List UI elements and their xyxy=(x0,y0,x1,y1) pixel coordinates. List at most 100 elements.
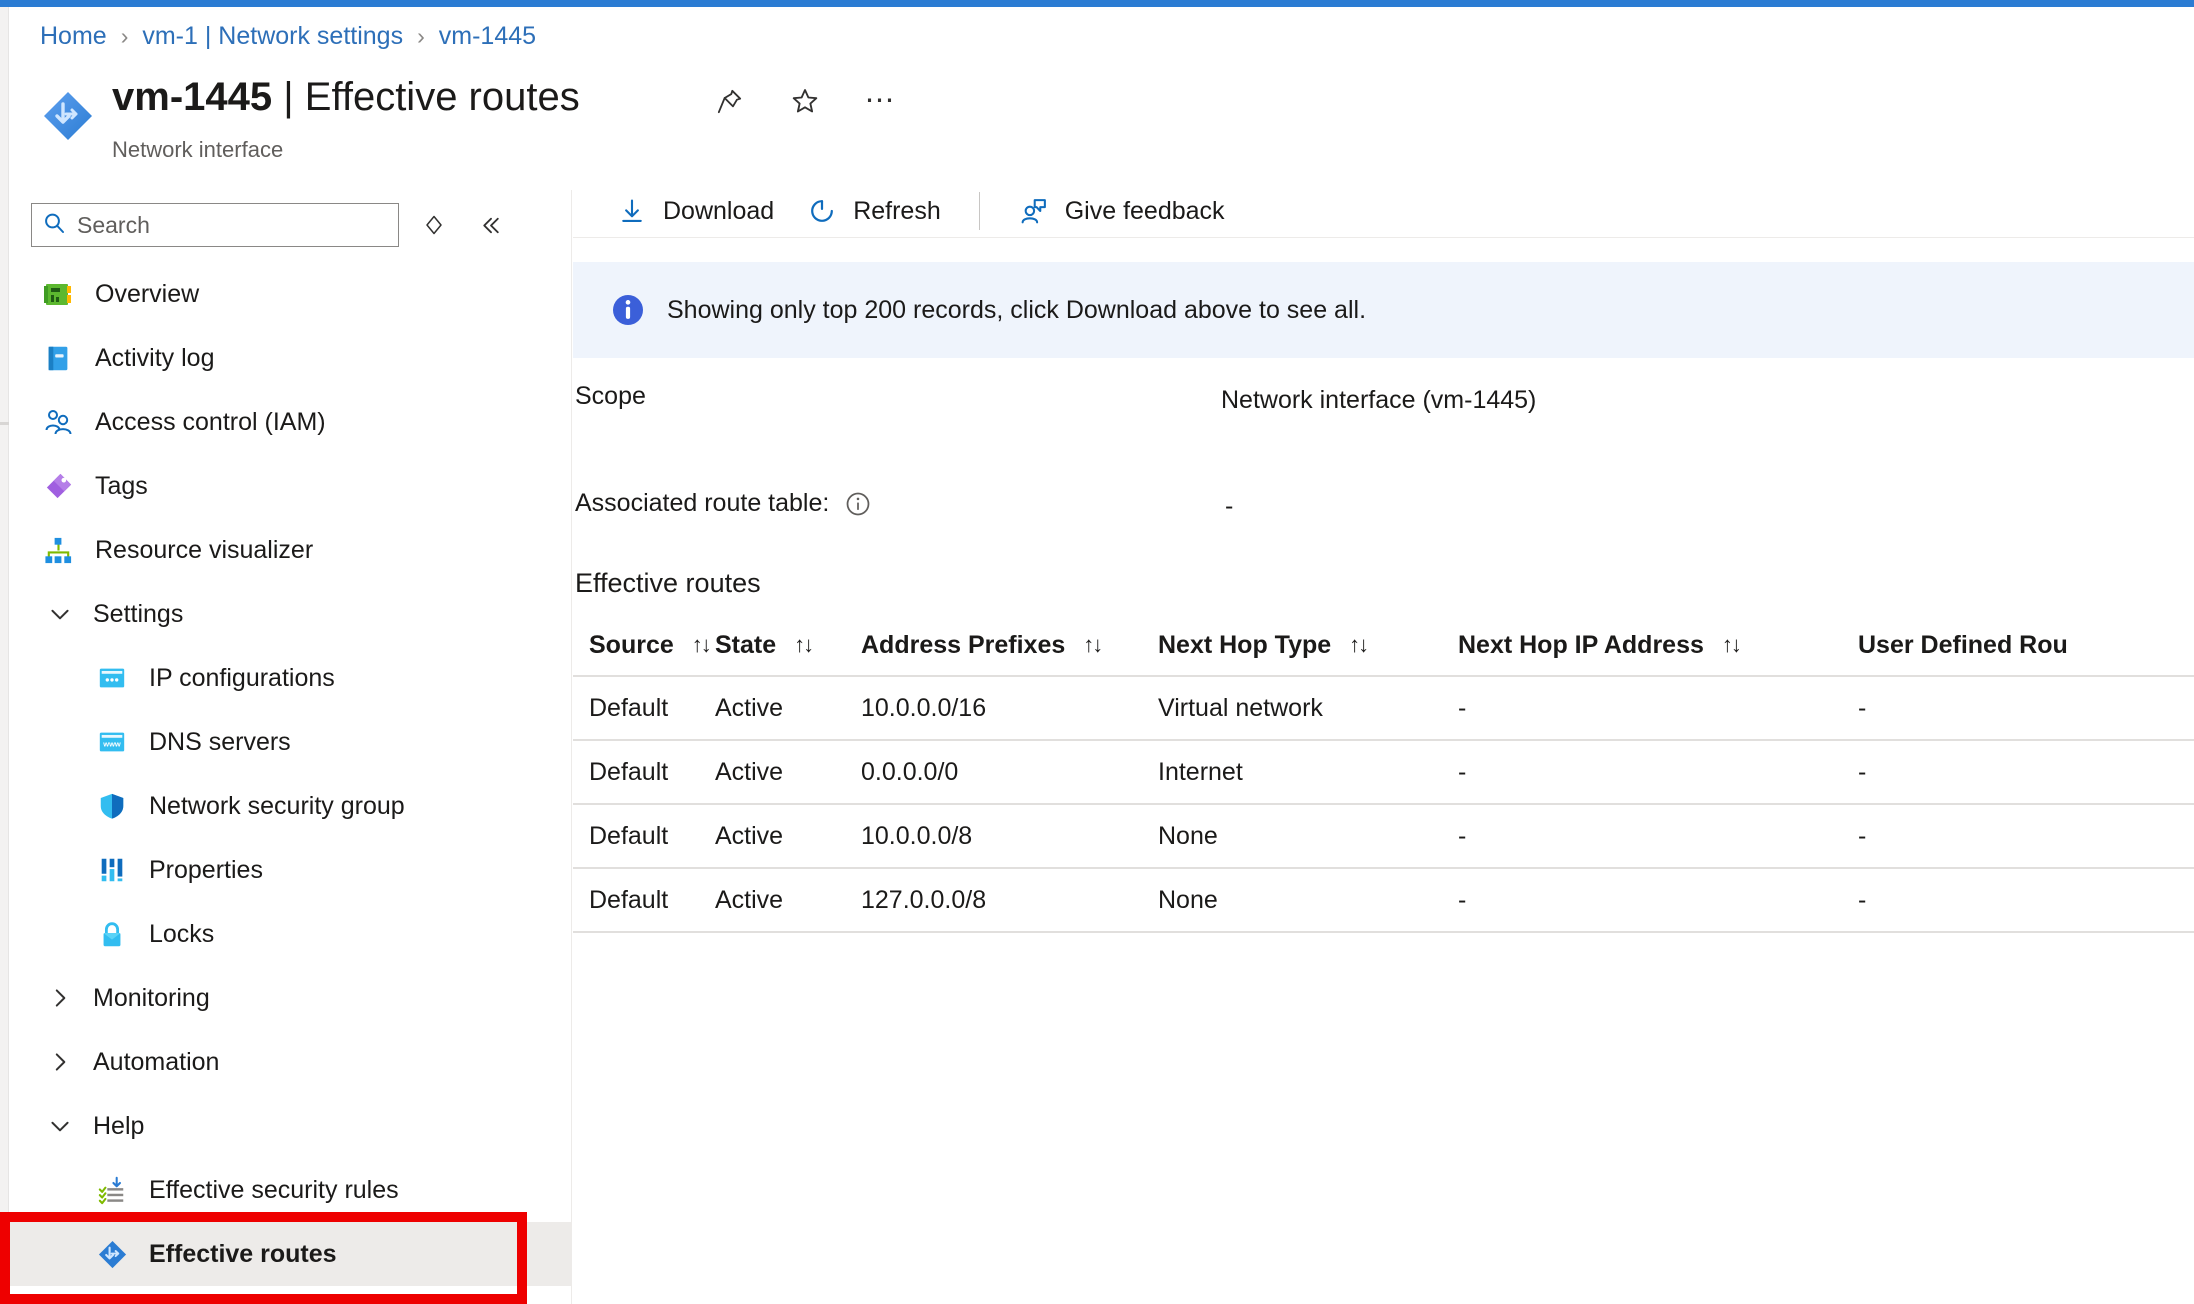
cell-state: Active xyxy=(715,885,784,914)
sidebar-item-access-control[interactable]: Access control (IAM) xyxy=(9,390,572,454)
sidebar-group-label: Automation xyxy=(93,1047,220,1076)
sidebar-item-resource-visualizer[interactable]: Resource visualizer xyxy=(9,518,572,582)
cell-address-prefixes: 0.0.0.0/0 xyxy=(861,757,959,786)
table-header-row: Source ↑↓ State ↑↓ Address Prefixes ↑↓ N… xyxy=(573,615,2194,677)
cell-user-defined-route: - xyxy=(1858,885,1867,914)
table-row[interactable]: Default Active 10.0.0.0/8 None - - xyxy=(573,805,2194,869)
sort-toggle-address-prefixes[interactable]: ↑↓ xyxy=(1083,632,1103,658)
cell-user-defined-route: - xyxy=(1858,757,1867,786)
associated-route-table-text: Associated route table: xyxy=(575,489,830,517)
page-subtitle: Network interface xyxy=(112,137,284,162)
scope-value: Network interface (vm-1445) xyxy=(1221,386,1537,414)
overview-icon xyxy=(41,277,75,311)
cell-user-defined-route: - xyxy=(1858,693,1867,722)
search-input[interactable]: Search xyxy=(31,203,399,247)
breadcrumb-item-vm-1-network-settings[interactable]: vm-1 | Network settings xyxy=(142,22,403,51)
sidebar-group-settings[interactable]: Settings xyxy=(9,582,572,646)
cell-source: Default xyxy=(589,693,669,722)
column-header-address-prefixes[interactable]: Address Prefixes ↑↓ xyxy=(861,631,1158,660)
sidebar-item-ip-configurations[interactable]: IP configurations xyxy=(9,646,572,710)
sidebar-item-effective-routes[interactable]: Effective routes xyxy=(9,1222,572,1286)
info-banner: Showing only top 200 records, click Down… xyxy=(573,262,2194,358)
svg-text:www: www xyxy=(102,740,121,749)
cell-next-hop-type: Internet xyxy=(1158,757,1243,786)
column-header-address-prefixes-label: Address Prefixes xyxy=(861,630,1066,659)
breadcrumb-item-vm-1445[interactable]: vm-1445 xyxy=(439,22,536,51)
sidebar-item-properties[interactable]: Properties xyxy=(9,838,572,902)
chevron-right-icon xyxy=(45,983,75,1013)
cell-next-hop-ip: - xyxy=(1458,821,1467,850)
column-header-next-hop-ip-address[interactable]: Next Hop IP Address ↑↓ xyxy=(1458,631,1858,660)
cell-next-hop-type: None xyxy=(1158,885,1218,914)
refresh-button[interactable]: Refresh xyxy=(790,186,957,236)
breadcrumb-item-home[interactable]: Home xyxy=(40,22,107,51)
sidebar-item-label: Activity log xyxy=(95,343,215,372)
sidebar-item-label: Resource visualizer xyxy=(95,535,314,564)
cell-next-hop-ip: - xyxy=(1458,757,1467,786)
column-header-next-hop-ip-address-label: Next Hop IP Address xyxy=(1458,630,1704,659)
scope-label: Scope xyxy=(575,382,646,410)
sort-toggle-source[interactable]: ↑↓ xyxy=(692,632,712,658)
sidebar-item-tags[interactable]: Tags xyxy=(9,454,572,518)
effective-security-rules-icon xyxy=(95,1173,129,1207)
breadcrumb: Home › vm-1 | Network settings › vm-1445 xyxy=(40,22,536,51)
column-header-user-defined-route[interactable]: User Defined Rou xyxy=(1858,631,2194,660)
sort-toggle-next-hop-type[interactable]: ↑↓ xyxy=(1349,632,1369,658)
cell-source: Default xyxy=(589,757,669,786)
info-icon xyxy=(610,292,646,328)
give-feedback-button[interactable]: Give feedback xyxy=(1002,186,1241,236)
column-header-source-label: Source xyxy=(589,630,674,659)
sidebar-group-label: Monitoring xyxy=(93,983,210,1012)
chevron-right-icon xyxy=(45,1047,75,1077)
effective-routes-table: Source ↑↓ State ↑↓ Address Prefixes ↑↓ N… xyxy=(573,615,2194,933)
sidebar-item-activity-log[interactable]: Activity log xyxy=(9,326,572,390)
table-row[interactable]: Default Active 0.0.0.0/0 Internet - - xyxy=(573,741,2194,805)
top-accent-bar xyxy=(0,0,2194,7)
breadcrumb-separator: › xyxy=(120,23,129,49)
column-header-next-hop-type[interactable]: Next Hop Type ↑↓ xyxy=(1158,631,1458,660)
cell-user-defined-route: - xyxy=(1858,821,1867,850)
cell-state: Active xyxy=(715,693,784,722)
favorite-star-icon[interactable] xyxy=(786,82,824,120)
command-bar-rule xyxy=(573,237,2194,238)
azure-portal-page: Home › vm-1 | Network settings › vm-1445… xyxy=(0,0,2194,1304)
activity-log-icon xyxy=(41,341,75,375)
column-header-source[interactable]: Source ↑↓ xyxy=(573,631,715,660)
column-header-state-label: State xyxy=(715,630,777,659)
info-banner-text: Showing only top 200 records, click Down… xyxy=(667,295,1367,324)
sidebar-item-network-security-group[interactable]: Network security group xyxy=(9,774,572,838)
command-bar-divider xyxy=(978,192,980,230)
cell-state: Active xyxy=(715,821,784,850)
sidebar-item-overview[interactable]: Overview xyxy=(9,262,572,326)
sidebar-group-help[interactable]: Help xyxy=(9,1094,572,1158)
sidebar-item-label: Tags xyxy=(95,471,148,500)
refresh-icon xyxy=(806,195,838,227)
column-header-next-hop-type-label: Next Hop Type xyxy=(1158,630,1332,659)
pin-icon[interactable] xyxy=(710,82,748,120)
page-title-separator: | xyxy=(283,75,294,119)
info-circle-icon[interactable] xyxy=(844,490,872,518)
sidebar-item-label: Effective routes xyxy=(149,1239,337,1268)
shield-icon xyxy=(95,789,129,823)
sidebar-item-effective-security-rules[interactable]: Effective security rules xyxy=(9,1158,572,1222)
ip-configurations-icon xyxy=(95,661,129,695)
download-button[interactable]: Download xyxy=(600,186,790,236)
sidebar-group-automation[interactable]: Automation xyxy=(9,1030,572,1094)
sidebar-item-dns-servers[interactable]: www DNS servers xyxy=(9,710,572,774)
sidebar-group-monitoring[interactable]: Monitoring xyxy=(9,966,572,1030)
sidebar-item-locks[interactable]: Locks xyxy=(9,902,572,966)
expand-collapse-icon[interactable] xyxy=(413,204,455,246)
column-header-state[interactable]: State ↑↓ xyxy=(715,631,861,660)
table-row[interactable]: Default Active 10.0.0.0/16 Virtual netwo… xyxy=(573,677,2194,741)
sidebar-group-label: Settings xyxy=(93,599,184,628)
sort-toggle-state[interactable]: ↑↓ xyxy=(794,632,814,658)
resource-visualizer-icon xyxy=(41,533,75,567)
cell-next-hop-ip: - xyxy=(1458,693,1467,722)
collapse-sidebar-icon[interactable] xyxy=(469,204,511,246)
cell-address-prefixes: 127.0.0.0/8 xyxy=(861,885,987,914)
properties-icon xyxy=(95,853,129,887)
table-row[interactable]: Default Active 127.0.0.0/8 None - - xyxy=(573,869,2194,933)
sort-toggle-next-hop-ip-address[interactable]: ↑↓ xyxy=(1722,632,1742,658)
more-ellipsis-icon[interactable]: ⋯ xyxy=(862,82,900,120)
page-title-section: Effective routes xyxy=(304,75,580,119)
